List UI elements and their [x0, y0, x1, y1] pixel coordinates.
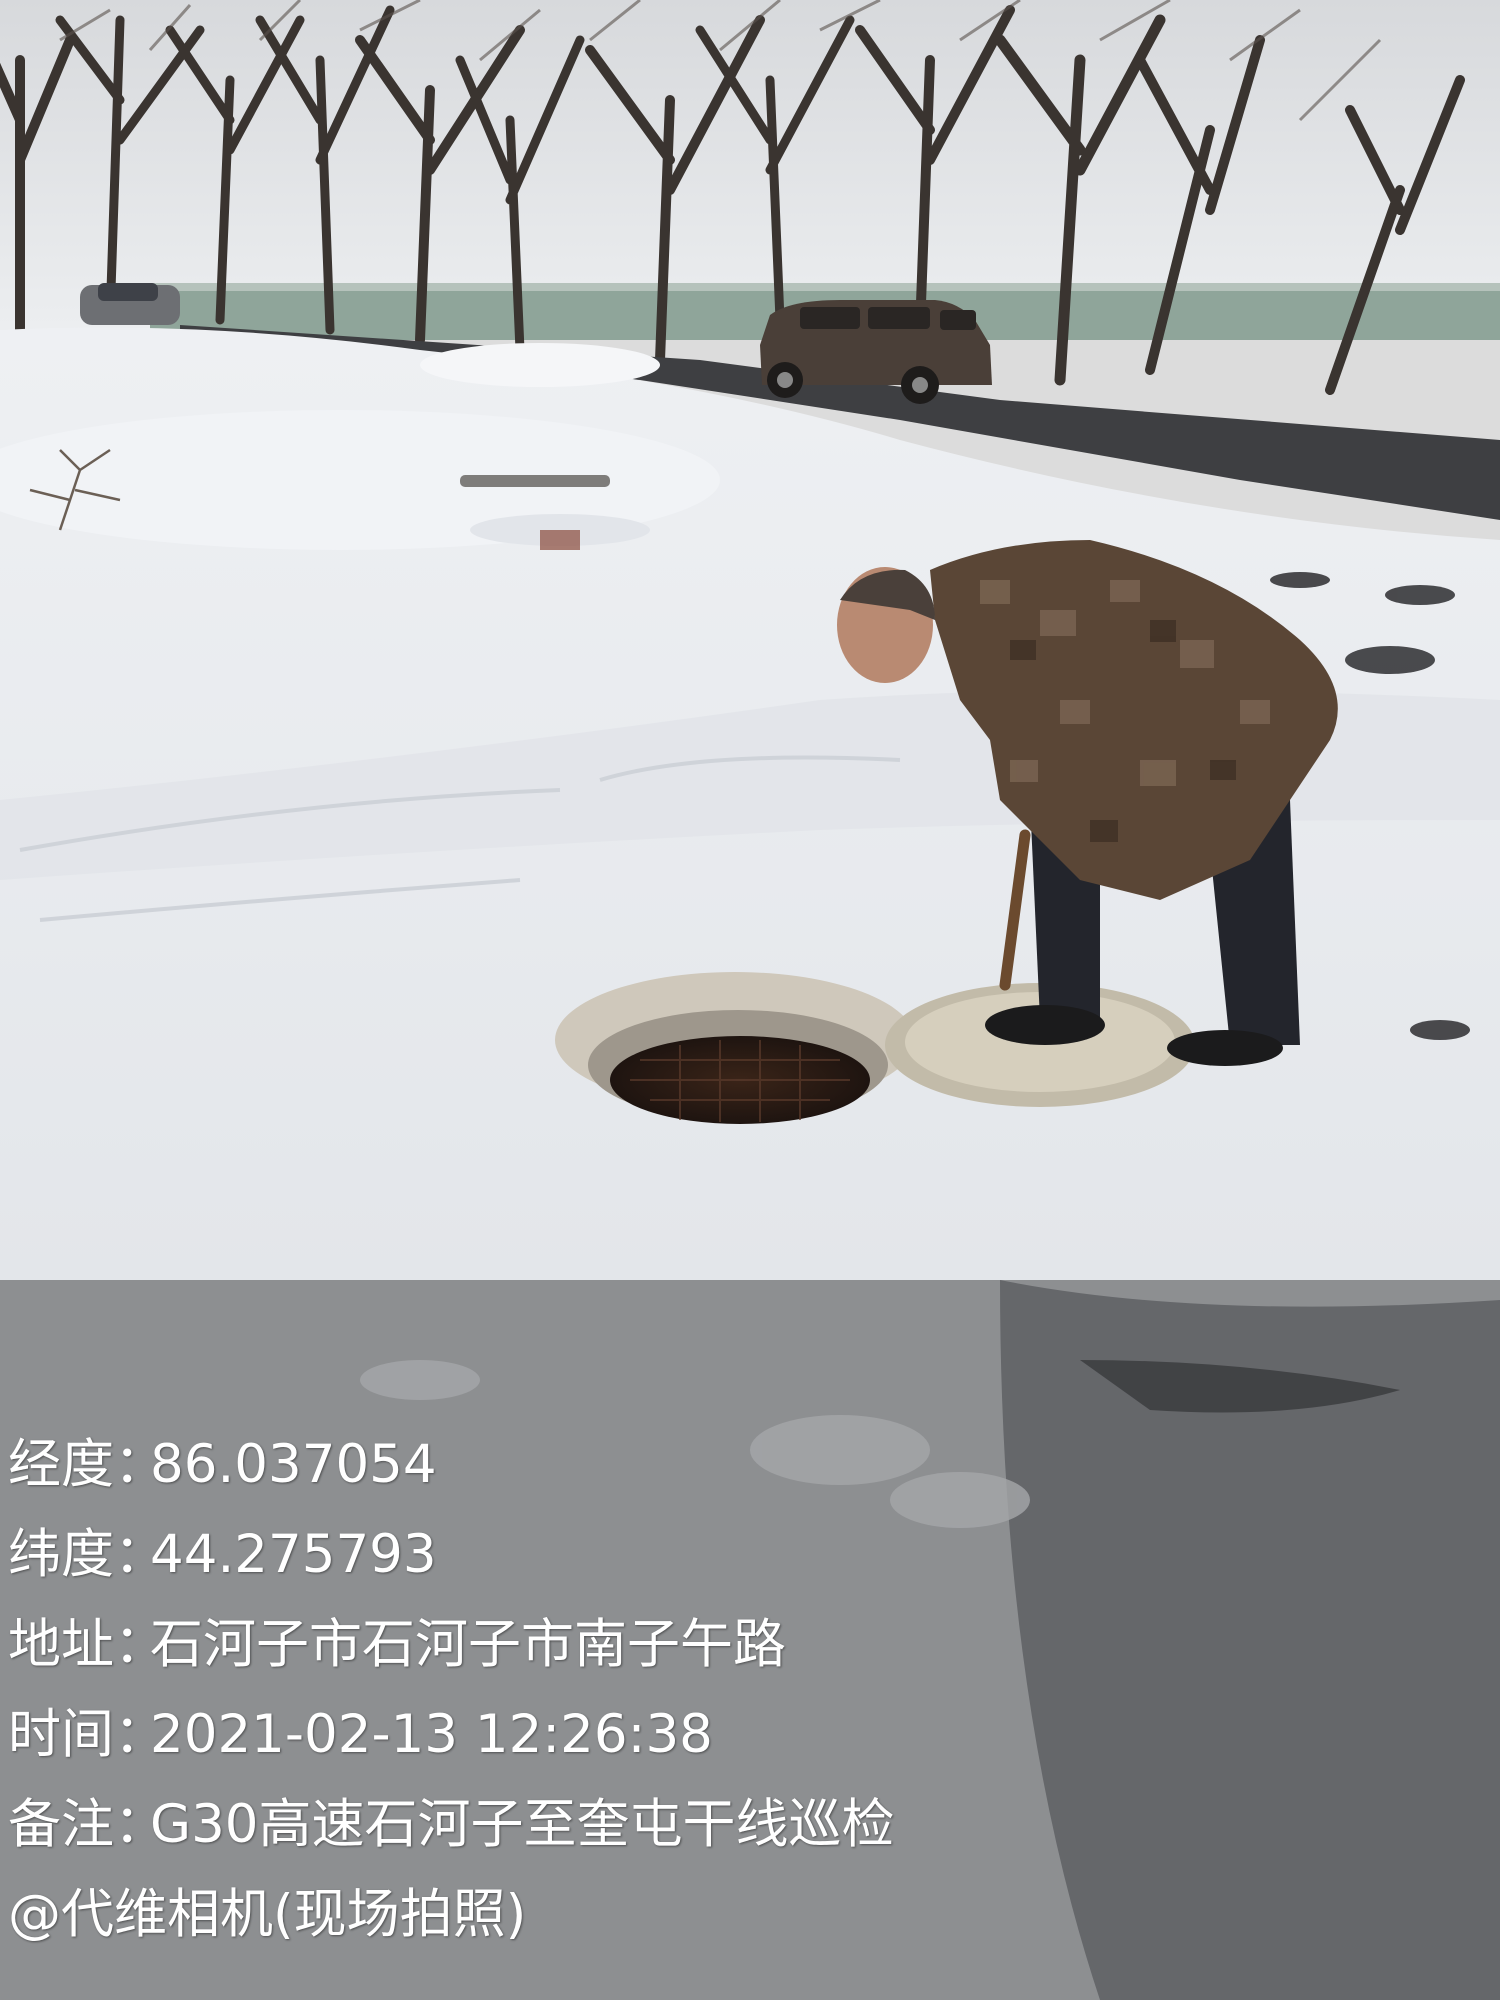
separator: ：	[114, 1434, 167, 1495]
address-value: 石河子市石河子市南子午路	[150, 1614, 786, 1675]
separator: ：	[114, 1794, 167, 1855]
address-row: 地址：石河子市石河子市南子午路	[8, 1600, 1488, 1690]
separator: ：	[114, 1524, 167, 1585]
camera-credit-row: @代维相机(现场拍照)	[8, 1870, 1488, 1960]
longitude-row: 经度： 86.037054	[8, 1420, 1488, 1510]
car-left	[80, 283, 180, 325]
longitude-label: 经度	[8, 1434, 114, 1495]
separator: ：	[114, 1614, 167, 1675]
time-value: 2021-02-13 12:26:38	[150, 1704, 713, 1765]
latitude-value: 44.275793	[150, 1524, 437, 1585]
address-label: 地址	[8, 1614, 114, 1675]
photo-watermark: 经度： 86.037054 纬度： 44.275793 地址：石河子市石河子市南子午…	[8, 1420, 1488, 1960]
note-row: 备注： G30高速石河子至奎屯干线巡检	[8, 1780, 1488, 1870]
latitude-row: 纬度： 44.275793	[8, 1510, 1488, 1600]
separator: ：	[114, 1704, 167, 1765]
note-value: G30高速石河子至奎屯干线巡检	[150, 1794, 895, 1855]
time-row: 时间： 2021-02-13 12:26:38	[8, 1690, 1488, 1780]
time-label: 时间	[8, 1704, 114, 1765]
camera-credit: @代维相机(现场拍照)	[8, 1884, 527, 1945]
longitude-value: 86.037054	[150, 1434, 437, 1495]
latitude-label: 纬度	[8, 1524, 114, 1585]
note-label: 备注	[8, 1794, 114, 1855]
